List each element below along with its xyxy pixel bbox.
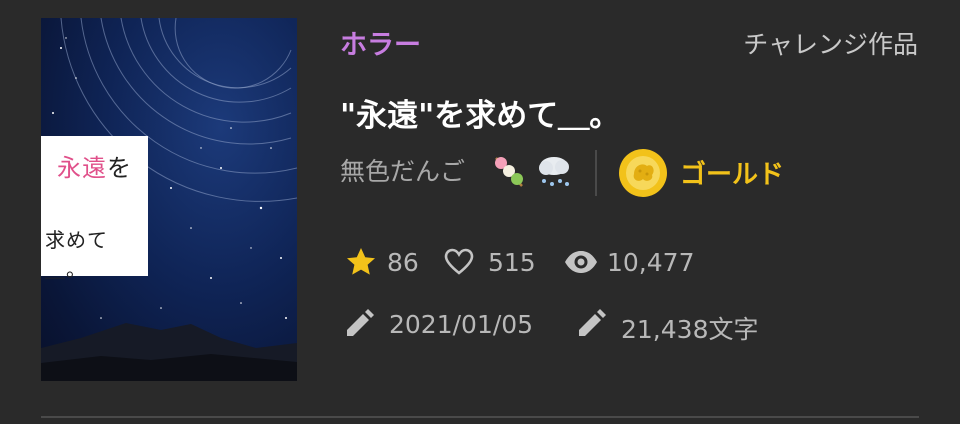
author-row: 無色だんご ゴールド (340, 148, 920, 200)
dango-icon (495, 157, 523, 187)
divider (595, 150, 597, 196)
genre-link[interactable]: ホラー (340, 23, 421, 62)
challenge-badge: チャレンジ作品 (743, 30, 918, 59)
updated-date: 2021/01/05 (389, 310, 534, 339)
cover-title-card: 永遠を 求めて＿。 (41, 136, 148, 281)
author-name[interactable]: 無色だんご (340, 152, 465, 188)
pencil-icon (579, 309, 606, 336)
cover-image[interactable]: 永遠を 求めて＿。 (41, 18, 297, 381)
snow-cloud-icon (539, 157, 569, 186)
heart-icon (444, 248, 474, 275)
rank-label: ゴールド (680, 160, 785, 190)
cover-title-line1: 永遠を (57, 154, 132, 182)
work-title[interactable]: "永遠"を求めて＿。 (340, 90, 620, 135)
star-icon (347, 248, 375, 275)
gold-rank-icon (619, 149, 667, 197)
work-card[interactable]: 永遠を 求めて＿。 ホラー チャレンジ作品 "永遠"を求めて＿。 無色だんご ゴ… (0, 0, 960, 424)
eye-icon (565, 251, 597, 273)
star-count: 86 (387, 248, 419, 277)
like-count: 515 (488, 248, 536, 277)
cover-title-line2: 求めて＿。 (45, 228, 108, 281)
pencil-icon (347, 309, 374, 336)
character-count: 21,438文字 (621, 315, 759, 344)
stats-row: 86 515 10,477 (345, 246, 905, 286)
meta-row: 2021/01/05 21,438文字 (343, 308, 903, 348)
separator (41, 416, 919, 418)
view-count: 10,477 (607, 248, 695, 277)
